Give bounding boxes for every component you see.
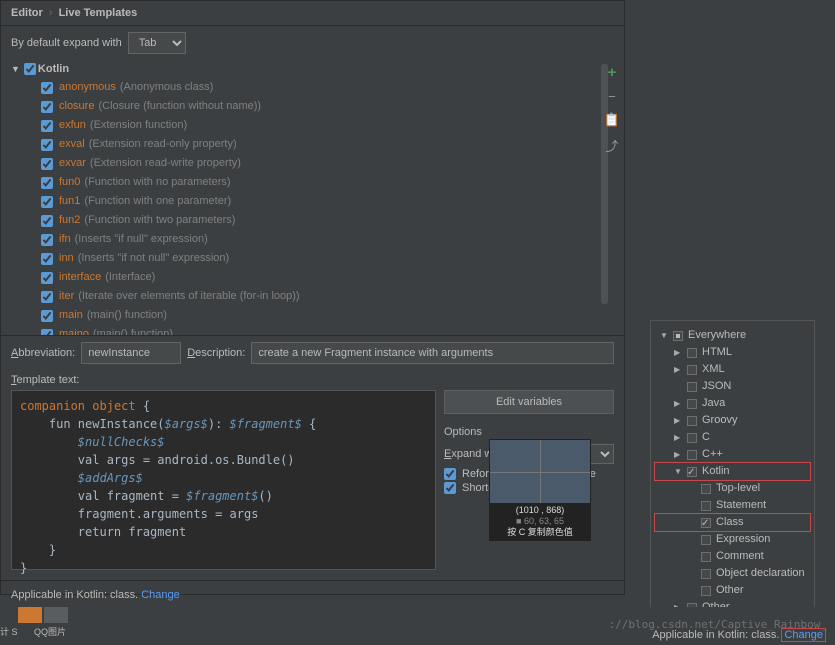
add-template-button[interactable]: +: [608, 64, 617, 81]
ctx-everywhere[interactable]: ▼Everywhere: [655, 327, 810, 344]
default-expand-select[interactable]: Tab: [128, 32, 186, 54]
template-iter[interactable]: iter(Iterate over elements of iterable (…: [29, 287, 624, 306]
abbreviation-label: Abbreviation:: [11, 347, 75, 359]
options-title: Options: [444, 426, 614, 438]
template-checkbox[interactable]: [41, 120, 53, 132]
template-exvar[interactable]: exvar(Extension read-write property): [29, 154, 624, 173]
template-ifn[interactable]: ifn(Inserts "if null" expression): [29, 230, 624, 249]
reformat-checkbox[interactable]: [444, 468, 456, 480]
template-exfun[interactable]: exfun(Extension function): [29, 116, 624, 135]
shorten-checkbox[interactable]: [444, 482, 456, 494]
description-label: Description:: [187, 347, 245, 359]
template-checkbox[interactable]: [41, 310, 53, 322]
taskbar-thumb-1[interactable]: [18, 607, 42, 623]
ctx-class[interactable]: Class: [655, 514, 810, 531]
template-checkbox[interactable]: [41, 272, 53, 284]
ctx-java[interactable]: ▶Java: [655, 395, 810, 412]
template-checkbox[interactable]: [41, 139, 53, 151]
applicable-text: Applicable in Kotlin: class.: [11, 589, 141, 601]
magnifier-rgb: 60, 63, 65: [524, 516, 564, 526]
templates-tree[interactable]: ▼ Kotlin anonymous(Anonymous class) clos…: [1, 60, 624, 335]
group-label: Kotlin: [38, 63, 69, 75]
ctx-json[interactable]: JSON: [655, 378, 810, 395]
copy-template-button[interactable]: 📋: [604, 112, 620, 128]
template-checkbox[interactable]: [41, 215, 53, 227]
taskbar-label-2: QQ图片: [34, 625, 66, 638]
breadcrumb: Editor › Live Templates: [1, 1, 624, 26]
template-fun2[interactable]: fun2(Function with two parameters): [29, 211, 624, 230]
template-exval[interactable]: exval(Extension read-only property): [29, 135, 624, 154]
template-checkbox[interactable]: [41, 82, 53, 94]
template-text-label: Template text:: [1, 370, 624, 390]
taskbar: 计 S QQ图片 Applicable in Kotlin: class. Ch…: [0, 607, 835, 645]
template-checkbox[interactable]: [41, 158, 53, 170]
template-text-editor[interactable]: companion object { fun newInstance($args…: [11, 390, 436, 570]
breadcrumb-live-templates[interactable]: Live Templates: [59, 7, 138, 19]
magnifier-readout: (1010 , 868) ■ 60, 63, 65 按 C 复制颜色值: [490, 503, 590, 540]
tree-side-buttons: + − 📋 ⤴: [604, 64, 620, 155]
caret-down-icon: ▼: [11, 64, 20, 74]
context-popup[interactable]: ▼Everywhere ▶HTML ▶XML JSON ▶Java ▶Groov…: [650, 320, 815, 623]
remove-template-button[interactable]: −: [608, 89, 616, 104]
template-checkbox[interactable]: [41, 177, 53, 189]
template-main[interactable]: main(main() function): [29, 306, 624, 325]
template-checkbox[interactable]: [41, 329, 53, 336]
magnifier-pos: (1010 , 868): [490, 505, 590, 516]
template-checkbox[interactable]: [41, 101, 53, 113]
ctx-kotlin[interactable]: ▼Kotlin: [655, 463, 810, 480]
template-inn[interactable]: inn(Inserts "if not null" expression): [29, 249, 624, 268]
breadcrumb-editor[interactable]: Editor: [11, 7, 43, 19]
ctx-other1[interactable]: Other: [655, 582, 810, 599]
ctx-cpp[interactable]: ▶C++: [655, 446, 810, 463]
ctx-expression[interactable]: Expression: [655, 531, 810, 548]
group-checkbox[interactable]: [24, 63, 36, 75]
template-fun0[interactable]: fun0(Function with no parameters): [29, 173, 624, 192]
template-anonymous[interactable]: anonymous(Anonymous class): [29, 78, 624, 97]
template-checkbox[interactable]: [41, 234, 53, 246]
abbreviation-input[interactable]: [81, 342, 181, 364]
ctx-toplevel[interactable]: Top-level: [655, 480, 810, 497]
taskbar-thumb-2[interactable]: [44, 607, 68, 623]
settings-template-button[interactable]: ⤴: [605, 136, 618, 155]
breadcrumb-sep: ›: [49, 7, 53, 19]
edit-variables-button[interactable]: Edit variables: [444, 390, 614, 414]
color-magnifier: (1010 , 868) ■ 60, 63, 65 按 C 复制颜色值: [490, 440, 590, 540]
change-link[interactable]: Change: [141, 589, 180, 601]
ctx-c[interactable]: ▶C: [655, 429, 810, 446]
template-closure[interactable]: closure(Closure (function without name)): [29, 97, 624, 116]
ctx-xml[interactable]: ▶XML: [655, 361, 810, 378]
template-checkbox[interactable]: [41, 291, 53, 303]
ctx-comment[interactable]: Comment: [655, 548, 810, 565]
ctx-statement[interactable]: Statement: [655, 497, 810, 514]
template-interface[interactable]: interface(Interface): [29, 268, 624, 287]
ctx-groovy[interactable]: ▶Groovy: [655, 412, 810, 429]
magnifier-hint: 按 C 复制颜色值: [490, 527, 590, 538]
description-input[interactable]: [251, 342, 614, 364]
template-maino[interactable]: maino(main() function): [29, 325, 624, 335]
magnifier-crosshair: [490, 440, 590, 503]
template-group-kotlin[interactable]: ▼ Kotlin: [1, 60, 624, 78]
default-expand-label: By default expand with: [11, 37, 122, 49]
abbr-desc-row: Abbreviation: Description:: [1, 335, 624, 370]
ctx-html[interactable]: ▶HTML: [655, 344, 810, 361]
template-fun1[interactable]: fun1(Function with one parameter): [29, 192, 624, 211]
template-checkbox[interactable]: [41, 196, 53, 208]
watermark: ://blog.csdn.net/Captive_Rainbow_: [608, 618, 827, 631]
default-expand-row: By default expand with Tab: [1, 26, 624, 60]
taskbar-label-1: 计 S: [0, 625, 18, 638]
template-checkbox[interactable]: [41, 253, 53, 265]
ctx-objdecl[interactable]: Object declaration: [655, 565, 810, 582]
applicable-row: Applicable in Kotlin: class. Change: [1, 580, 624, 609]
